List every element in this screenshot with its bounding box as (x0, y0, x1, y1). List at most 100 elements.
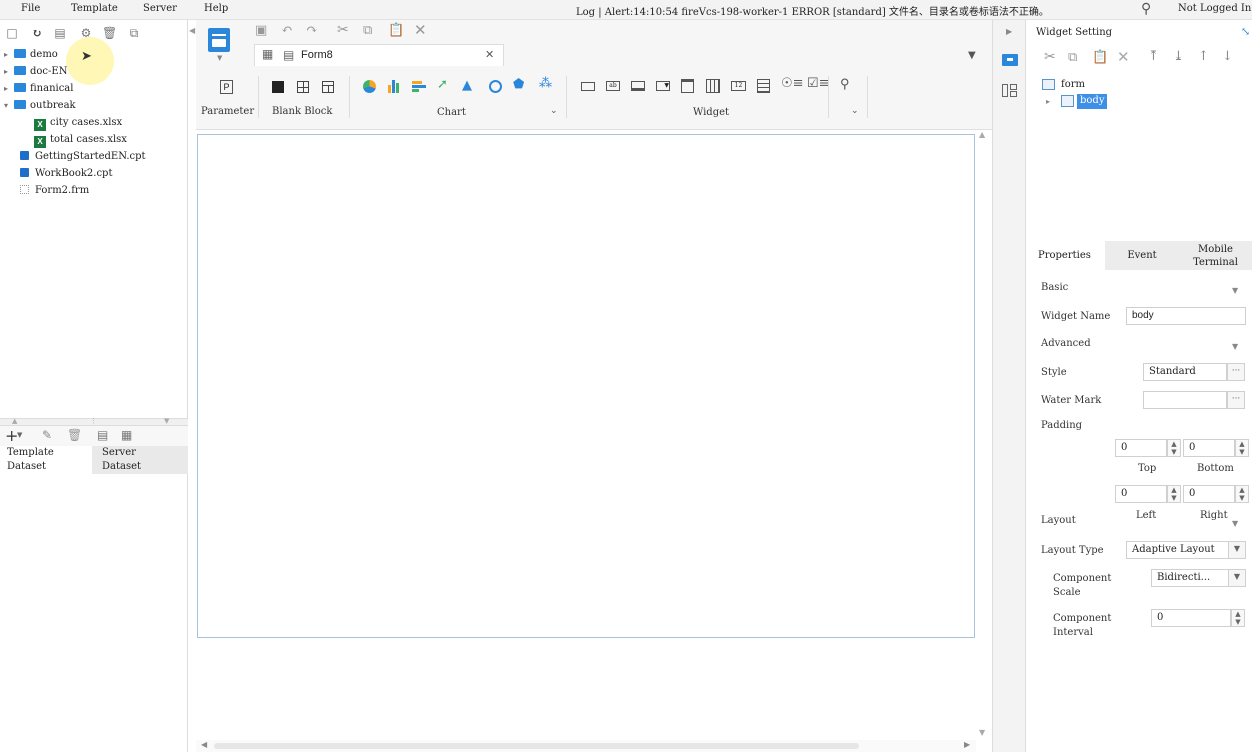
cut-icon[interactable]: ✂ (1044, 49, 1056, 65)
collapse-left-icon[interactable]: ◀ (189, 26, 195, 35)
delete-icon[interactable]: 🗑 (102, 26, 117, 40)
widget-name-input[interactable]: body (1126, 307, 1246, 325)
radio-widget-icon[interactable]: ☉≡ (781, 76, 804, 91)
chevron-right-icon[interactable]: ▸ (4, 47, 14, 63)
collapse-panel-icon[interactable]: ⤡ (1241, 25, 1250, 38)
style-input[interactable]: Standard (1143, 363, 1227, 381)
menu-help[interactable]: Help (204, 3, 228, 14)
component-interval-stepper[interactable]: ▲ ▼ (1231, 609, 1245, 627)
widget-dropdown-icon[interactable]: ⌄ (851, 106, 859, 116)
component-scale-dropdown-icon[interactable]: ▼ (1228, 569, 1246, 587)
chevron-down-icon[interactable]: ▼ (1232, 286, 1238, 295)
tree-item-finanical[interactable]: ▸ finanical (4, 81, 73, 97)
tree-item-city-cases[interactable]: Xcity cases.xlsx (34, 115, 122, 131)
padding-top-stepper[interactable]: ▲ ▼ (1167, 439, 1181, 457)
scroll-thumb[interactable] (214, 743, 859, 749)
text-widget-icon[interactable] (631, 81, 645, 91)
tree-item-workbook2[interactable]: WorkBook2.cpt (20, 166, 112, 182)
bar-chart-icon[interactable] (387, 79, 401, 93)
paste-icon[interactable]: 📋 (1092, 50, 1108, 65)
expand-right-icon[interactable]: ▶ (1006, 27, 1012, 36)
chevron-down-icon[interactable]: ▼ (17, 431, 22, 439)
component-interval-input[interactable]: 0 (1151, 609, 1231, 627)
padding-left-input[interactable]: 0 (1115, 485, 1167, 503)
padding-top-input[interactable]: 0 (1115, 439, 1167, 457)
line-chart-icon[interactable]: ➚ (437, 77, 448, 92)
textarea-widget-icon[interactable] (757, 79, 770, 93)
widget-setting-tab-icon[interactable] (1002, 54, 1018, 66)
watermark-more-button[interactable]: ··· (1227, 391, 1245, 409)
menu-template[interactable]: Template (71, 3, 118, 14)
tab-template-dataset[interactable]: Template Dataset (0, 446, 92, 474)
tab-form8[interactable]: ▦ ▤ Form8 ✕ (254, 44, 504, 66)
grip-icon[interactable]: ⋮ (90, 417, 97, 425)
pie-chart-icon[interactable] (363, 80, 376, 93)
tab-block-icon[interactable] (297, 81, 309, 93)
open-icon[interactable]: ▤ (53, 26, 67, 40)
chevron-down-icon[interactable]: ▼ (1232, 519, 1238, 528)
tree-item-total-cases[interactable]: Xtotal cases.xlsx (34, 132, 127, 148)
close-icon[interactable]: ✕ (414, 21, 427, 39)
number-widget-icon[interactable]: 12 (731, 81, 746, 91)
chevron-right-icon[interactable]: ▸ (4, 81, 14, 97)
radar-chart-icon[interactable]: ⬟ (513, 77, 524, 92)
panel-splitter[interactable]: ▲ ⋮ ▼ (0, 417, 188, 426)
horizontal-bar-icon[interactable] (412, 80, 426, 93)
parameter-icon[interactable]: P (220, 80, 233, 94)
collapse-down-icon[interactable]: ▼ (164, 417, 169, 425)
menu-file[interactable]: File (21, 3, 40, 14)
combo-widget-icon[interactable]: ▼ (656, 81, 670, 91)
layout-type-dropdown-icon[interactable]: ▼ (1228, 541, 1246, 559)
section-basic[interactable]: Basic (1041, 282, 1068, 293)
button-widget-icon[interactable] (581, 82, 595, 91)
edit-icon[interactable]: ✎ (42, 428, 52, 442)
area-chart-icon[interactable]: ▲ (462, 78, 472, 93)
search-icon[interactable]: ⚲ (1141, 1, 1151, 17)
tab-close-icon[interactable]: ✕ (485, 48, 494, 61)
tree-item-doc-en[interactable]: ▸ doc-EN (4, 64, 67, 80)
scroll-up-icon[interactable]: ▲ (979, 130, 985, 139)
move-down-icon[interactable]: ↓ (1222, 49, 1233, 64)
scatter-chart-icon[interactable]: ⁂ (539, 76, 552, 91)
new-folder-icon[interactable]: □ (5, 26, 19, 40)
gauge-chart-icon[interactable] (489, 80, 502, 93)
menu-server[interactable]: Server (143, 3, 177, 14)
tree-item-form2[interactable]: Form2.frm (20, 183, 89, 199)
paste-icon[interactable]: 📋 (388, 23, 404, 38)
tree-item-gettingstarted[interactable]: GettingStartedEN.cpt (20, 149, 146, 165)
chart-dropdown-icon[interactable]: ⌄ (550, 106, 558, 116)
checkbox-widget-icon[interactable]: ☑≡ (807, 76, 830, 91)
padding-bottom-stepper[interactable]: ▲ ▼ (1235, 439, 1249, 457)
tab-event[interactable]: Event (1105, 241, 1179, 270)
search-widget-icon[interactable]: ⚲ (840, 77, 850, 92)
datepicker-widget-icon[interactable] (681, 79, 694, 93)
watermark-input[interactable] (1143, 391, 1227, 409)
login-status[interactable]: Not Logged In (1178, 3, 1251, 14)
layout-type-select[interactable]: Adaptive Layout (1126, 541, 1229, 559)
tab-properties[interactable]: Properties (1027, 241, 1105, 270)
calendar-widget-icon[interactable] (706, 79, 720, 93)
copy-icon[interactable]: ⧉ (127, 26, 141, 40)
scroll-down-icon[interactable]: ▼ (979, 728, 985, 737)
tree-node-form[interactable]: form (1061, 79, 1085, 90)
cut-icon[interactable]: ✂ (337, 22, 349, 38)
scroll-right-icon[interactable]: ▶ (964, 740, 970, 749)
save-icon[interactable]: ▣ (255, 23, 267, 38)
chevron-down-icon[interactable]: ▾ (4, 98, 14, 114)
chevron-right-icon[interactable]: ▸ (1046, 97, 1050, 106)
chevron-down-icon[interactable]: ▼ (1232, 342, 1238, 351)
tab-dropdown-icon[interactable]: ▼ (968, 50, 976, 61)
tree-item-demo[interactable]: ▸ demo (4, 47, 58, 63)
collapse-up-icon[interactable]: ▲ (12, 417, 17, 425)
move-to-bottom-icon[interactable]: ⤓ (1173, 49, 1184, 64)
delete-icon[interactable]: ✕ (1117, 48, 1130, 66)
absolute-block-icon[interactable] (322, 81, 334, 93)
move-up-icon[interactable]: ↑ (1198, 49, 1209, 64)
section-layout[interactable]: Layout (1041, 515, 1076, 526)
section-advanced[interactable]: Advanced (1041, 338, 1091, 349)
dataset-preview-icon[interactable]: ▦ (121, 428, 132, 442)
template-icon[interactable] (208, 28, 230, 52)
log-alert-text[interactable]: Log | Alert:14:10:54 fireVcs-198-worker-… (576, 3, 1049, 18)
move-to-top-icon[interactable]: ⤒ (1148, 49, 1159, 64)
undo-icon[interactable]: ↶ (281, 22, 293, 38)
